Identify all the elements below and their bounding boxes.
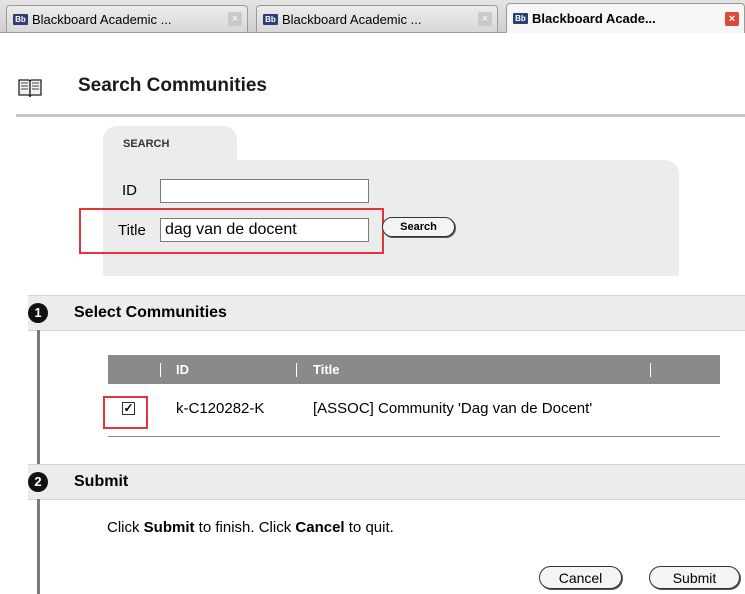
close-tab-icon[interactable]: × [228, 12, 242, 26]
community-id-cell: k-C120282-K [176, 400, 265, 417]
id-label: ID [122, 182, 137, 199]
submit-instructions: Click Submit to finish. Click Cancel to … [107, 519, 394, 536]
browser-tab-label: Blackboard Acade... [532, 11, 656, 26]
table-header: ID Title [108, 355, 720, 384]
submit-button[interactable]: Submit [649, 566, 740, 589]
step-1-title: Select Communities [74, 304, 227, 321]
step-1-number-badge: 1 [28, 303, 48, 323]
browser-tab-strip: Bb Blackboard Academic ... × Bb Blackboa… [0, 0, 745, 33]
checkbox-highlight-box [103, 396, 148, 429]
table-row: ✓ k-C120282-K [ASSOC] Community 'Dag van… [108, 384, 720, 437]
open-book-icon [18, 79, 42, 98]
title-field[interactable] [160, 218, 369, 242]
browser-tab-label: Blackboard Academic ... [32, 11, 172, 27]
blackboard-favicon-icon: Bb [13, 13, 28, 25]
column-header-title[interactable]: Title [313, 362, 340, 377]
browser-tab-3-active[interactable]: Bb Blackboard Acade... × [506, 3, 745, 33]
close-tab-icon[interactable]: × [725, 11, 739, 26]
step-2-title: Submit [74, 473, 129, 490]
title-label: Title [118, 222, 146, 239]
search-tab-label: SEARCH [123, 138, 170, 150]
column-separator [650, 363, 651, 377]
column-separator [160, 363, 161, 377]
step-connector-line [37, 499, 40, 594]
instruction-cancel-keyword: Cancel [295, 519, 345, 536]
search-button[interactable]: Search [382, 217, 455, 237]
blackboard-favicon-icon: Bb [513, 13, 528, 24]
blackboard-favicon-icon: Bb [263, 13, 278, 25]
page-title: Search Communities [78, 75, 267, 96]
browser-tab-1[interactable]: Bb Blackboard Academic ... × [6, 5, 248, 32]
step-1-header: 1 Select Communities [28, 295, 745, 331]
community-title-cell: [ASSOC] Community 'Dag van de Docent' [313, 400, 593, 417]
header-divider [16, 114, 745, 117]
instruction-text: to quit. [344, 519, 394, 536]
step-2-number-badge: 2 [28, 472, 48, 492]
column-header-id[interactable]: ID [176, 362, 189, 377]
step-connector-line [37, 330, 40, 470]
instruction-text: Click [107, 519, 144, 536]
instruction-text: to finish. Click [194, 519, 296, 536]
instruction-submit-keyword: Submit [143, 519, 195, 536]
column-separator [296, 363, 297, 377]
browser-tab-2[interactable]: Bb Blackboard Academic ... × [256, 5, 498, 32]
close-tab-icon[interactable]: × [478, 12, 492, 26]
browser-tab-label: Blackboard Academic ... [282, 11, 422, 27]
cancel-button[interactable]: Cancel [539, 566, 622, 589]
step-2-header: 2 Submit [28, 464, 745, 500]
id-field[interactable] [160, 179, 369, 203]
